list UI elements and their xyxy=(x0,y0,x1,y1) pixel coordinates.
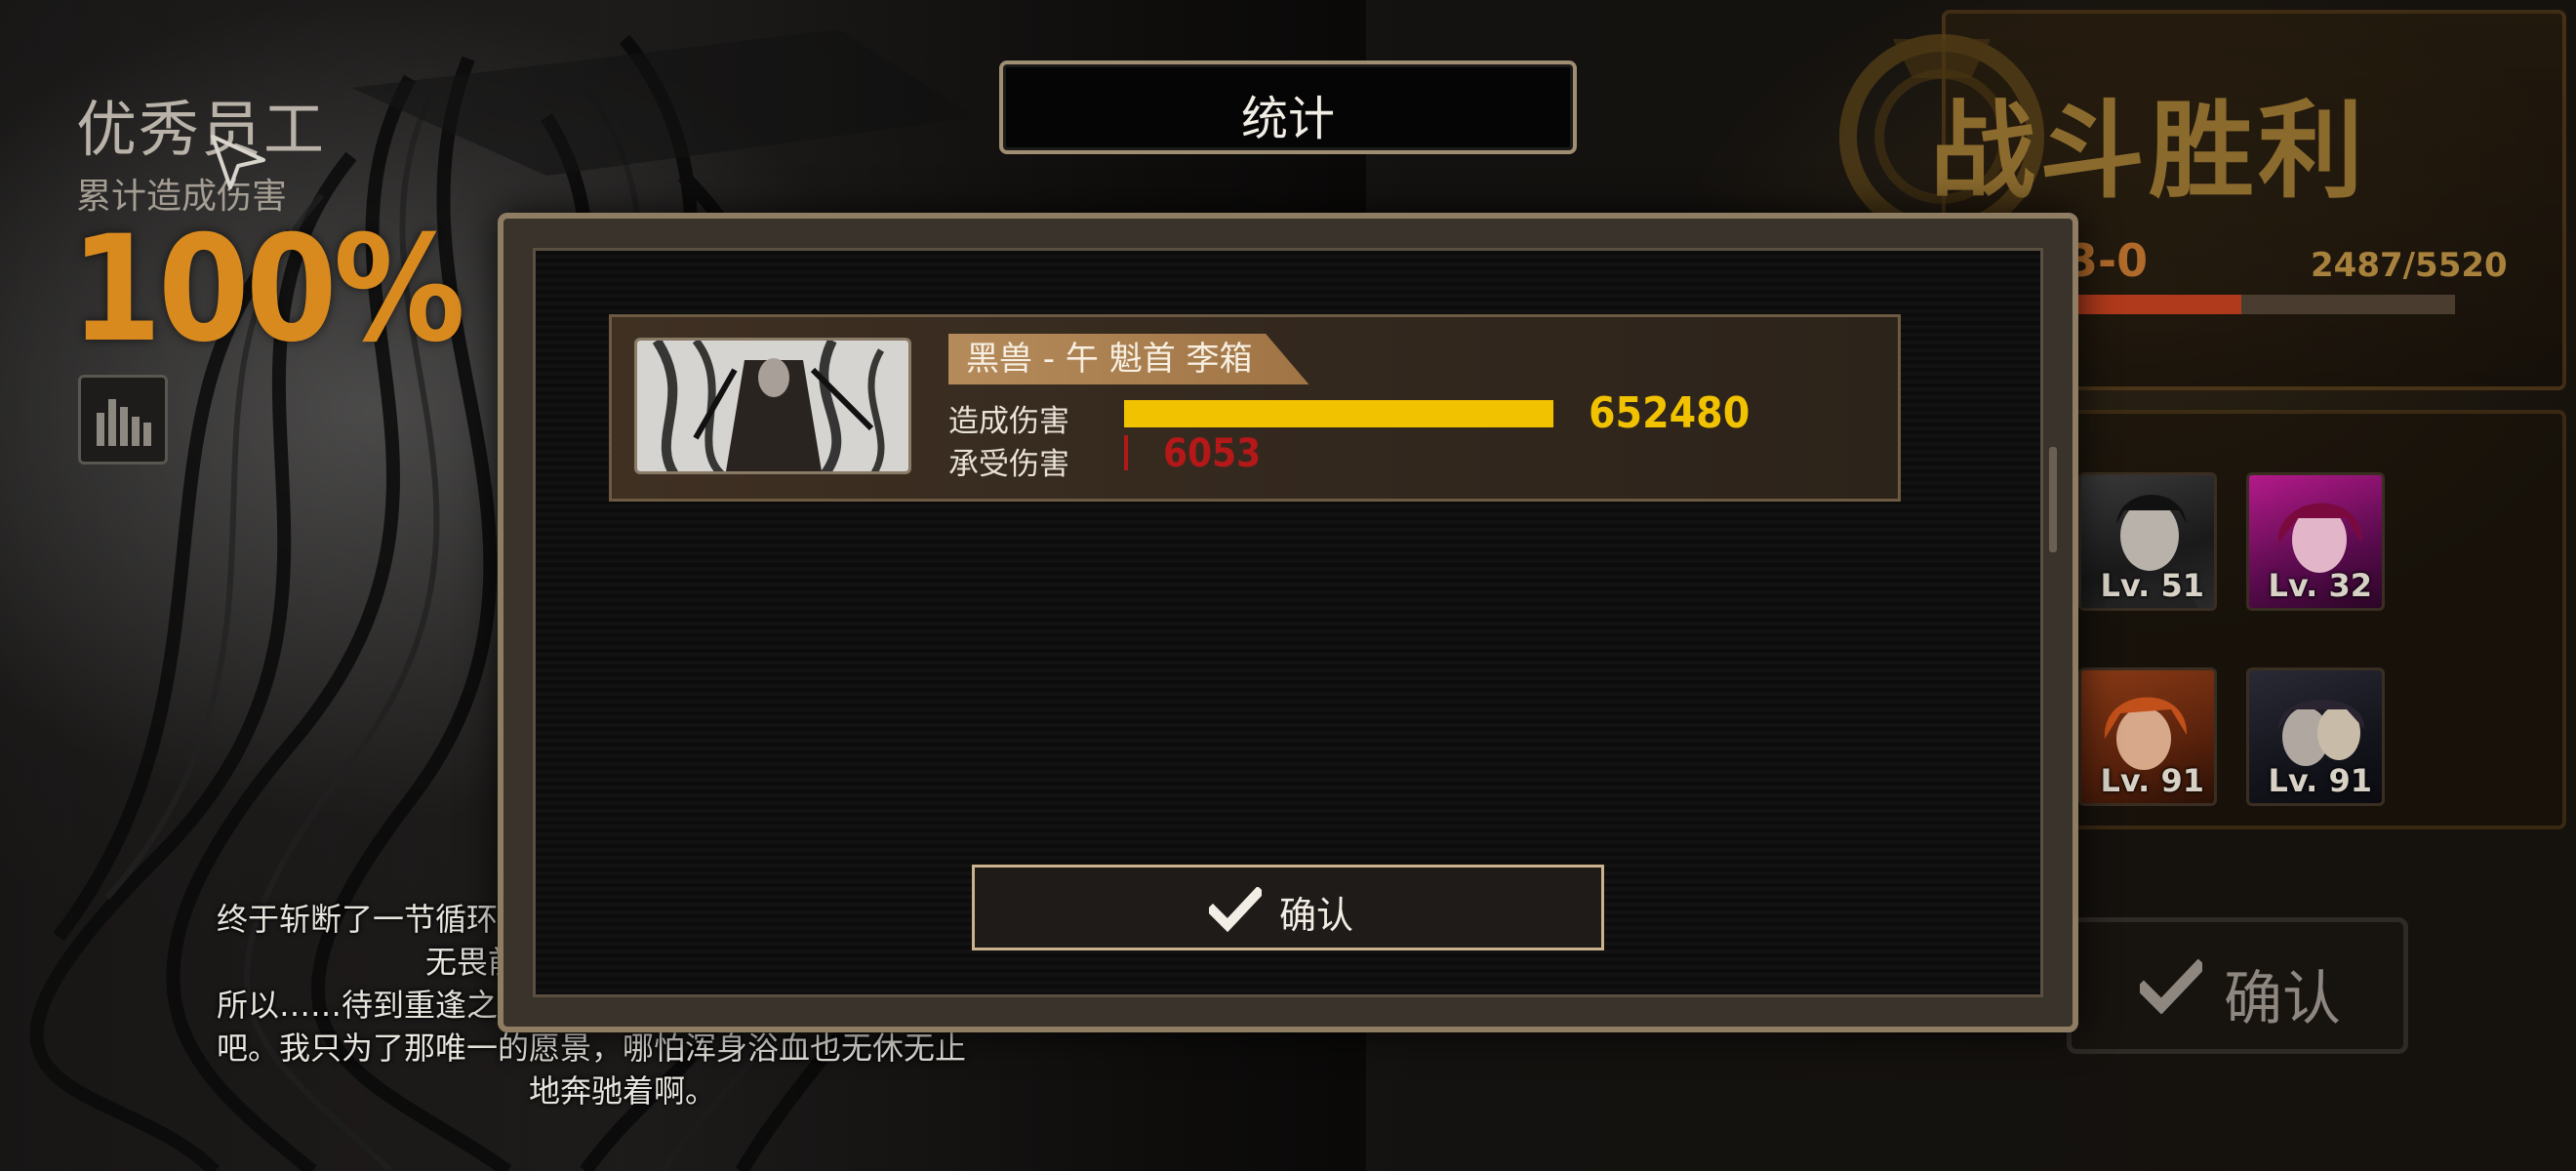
team-portrait[interactable]: Lv. 91 xyxy=(2078,667,2217,806)
damage-taken-bar-fill xyxy=(1124,435,1129,470)
stats-button[interactable] xyxy=(78,375,168,464)
team-portrait[interactable]: Lv. 91 xyxy=(2246,667,2385,806)
exp-bar xyxy=(2067,295,2455,314)
battle-result-screen: 优秀员工 累计造成伤害 100% 终于斩断了一节循环 无畏前 所以……待到重逢之… xyxy=(0,0,2576,1171)
modal-title-bar: 统计 xyxy=(999,61,1577,154)
damage-dealt-value: 652480 xyxy=(1589,388,1751,438)
team-portrait[interactable]: Lv. 32 xyxy=(2246,472,2385,611)
exp-bar-fill xyxy=(2067,295,2242,314)
damage-dealt-bar-fill xyxy=(1124,400,1553,427)
confirm-label: 确认 xyxy=(1279,894,1354,937)
damage-dealt-bar xyxy=(1124,400,1553,427)
mvp-damage-percent: 100% xyxy=(70,205,465,375)
confirm-label: 确认 xyxy=(2224,965,2341,1033)
cursor-icon xyxy=(211,135,265,189)
checkmark-icon xyxy=(2140,959,2202,1014)
level-label: Lv. 91 xyxy=(2268,762,2372,799)
unit-portrait xyxy=(634,338,911,474)
modal-confirm-button[interactable]: 确认 xyxy=(972,865,1604,950)
damage-dealt-label: 造成伤害 xyxy=(948,404,1069,439)
level-label: Lv. 51 xyxy=(2100,567,2204,604)
exp-counter: 2487/5520 xyxy=(2311,246,2508,285)
modal-title: 统计 xyxy=(1240,92,1335,146)
unit-name-tag: 黑兽 - 午 魁首 李箱 xyxy=(948,334,1309,384)
stage-label: 3-0 xyxy=(2067,234,2149,287)
mvp-title: 优秀员工 xyxy=(76,94,327,165)
damage-taken-label: 承受伤害 xyxy=(948,447,1069,482)
checkmark-icon xyxy=(1209,887,1262,932)
victory-title: 战斗胜利 xyxy=(1930,91,2368,213)
level-label: Lv. 91 xyxy=(2100,762,2204,799)
level-label: Lv. 32 xyxy=(2268,567,2372,604)
quote-line: 地奔驰着啊。 xyxy=(529,1072,717,1110)
modal-scrollbar[interactable] xyxy=(2049,447,2057,552)
quote-line: 吧。我只为了那唯一的愿景，哪怕浑身浴血也无休无止 xyxy=(217,1030,967,1067)
damage-taken-value: 6053 xyxy=(1163,431,1262,476)
team-portrait[interactable]: Lv. 51 xyxy=(2078,472,2217,611)
bar-chart-icon xyxy=(97,399,151,446)
victory-confirm-button[interactable]: 确认 xyxy=(2067,917,2408,1054)
unit-portrait-art xyxy=(637,341,908,471)
